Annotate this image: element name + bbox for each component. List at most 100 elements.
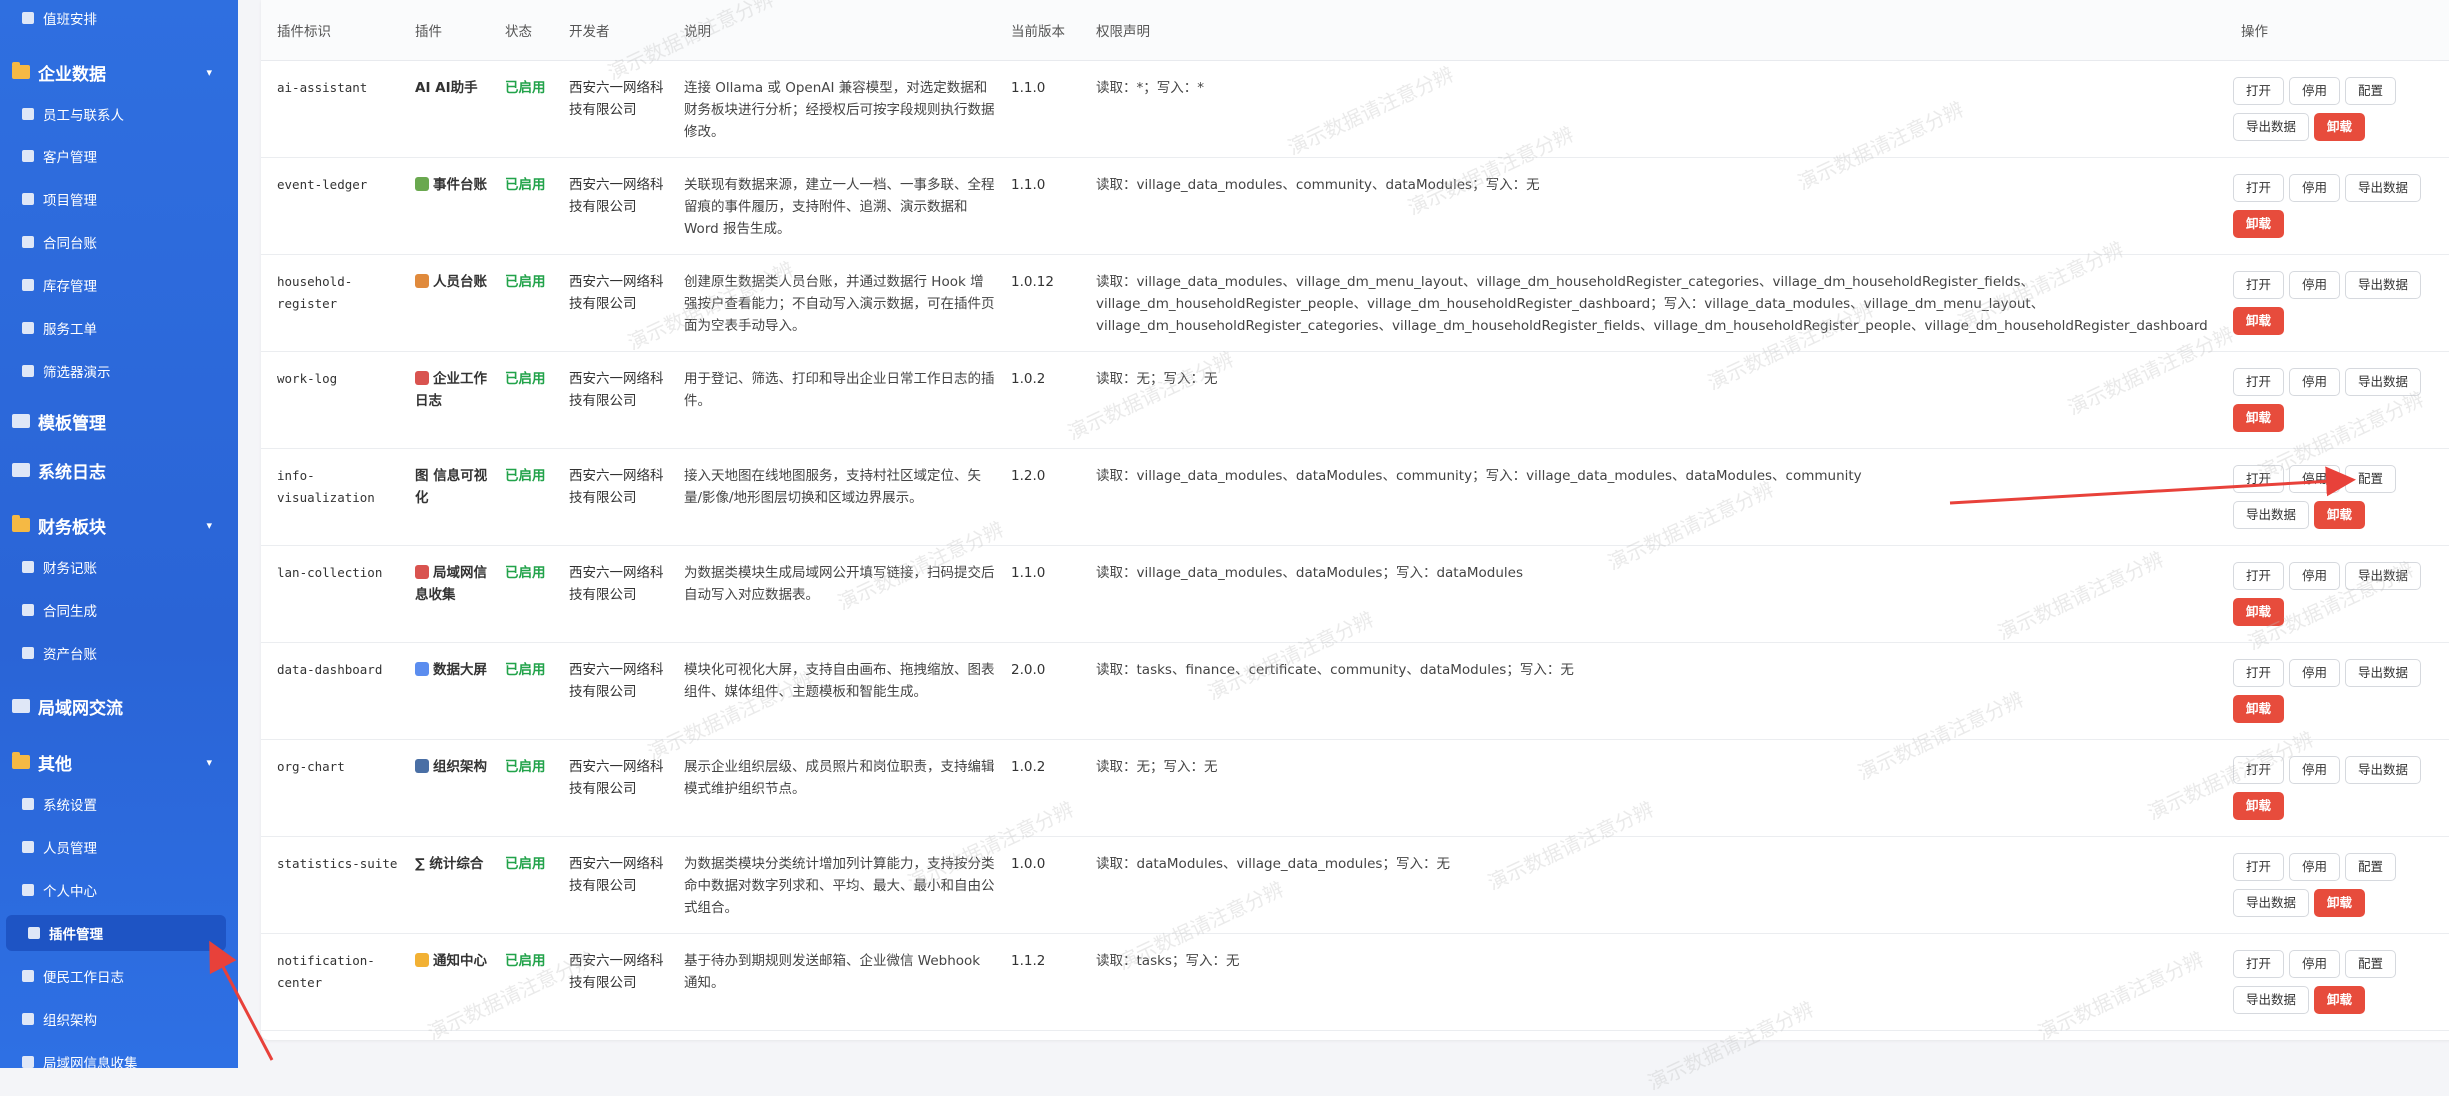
uninstall-button[interactable]: 卸载 xyxy=(2233,791,2285,820)
disable-button[interactable]: 停用 xyxy=(2289,367,2341,396)
sidebar-item-17[interactable]: 系统设置 xyxy=(0,786,238,822)
open-button[interactable]: 打开 xyxy=(2233,852,2285,881)
cell-text: ∑ 统计综合 xyxy=(415,855,484,872)
config-button[interactable]: 配置 xyxy=(2345,464,2397,493)
disable-button[interactable]: 停用 xyxy=(2289,949,2341,978)
chevron-down-icon[interactable]: ▾ xyxy=(206,66,212,79)
cell-name: 企业工作日志 xyxy=(399,351,489,448)
uninstall-button[interactable]: 卸载 xyxy=(2314,112,2366,141)
sidebar-item-21[interactable]: 便民工作日志 xyxy=(0,958,238,994)
sidebar-item-label: 组织架构 xyxy=(43,1013,97,1029)
uninstall-button[interactable]: 卸载 xyxy=(2233,209,2285,238)
chevron-down-icon[interactable]: ▾ xyxy=(206,756,212,769)
config-button[interactable]: 配置 xyxy=(2345,76,2397,105)
open-button[interactable]: 打开 xyxy=(2233,949,2285,978)
cell-developer: 西安六一网络科技有限公司 xyxy=(553,157,668,254)
document-icon xyxy=(22,236,34,248)
sidebar-item-18[interactable]: 人员管理 xyxy=(0,829,238,865)
uninstall-button[interactable]: 卸载 xyxy=(2233,403,2285,432)
disable-button[interactable]: 停用 xyxy=(2289,852,2341,881)
config-button[interactable]: 配置 xyxy=(2345,949,2397,978)
cell-actions: 打开 停用 导出数据卸载 xyxy=(2225,739,2449,836)
config-button[interactable]: 配置 xyxy=(2345,852,2397,881)
cell-text: 已启用 xyxy=(505,661,546,678)
open-button[interactable]: 打开 xyxy=(2233,270,2285,299)
open-button[interactable]: 打开 xyxy=(2233,367,2285,396)
headset-icon xyxy=(22,322,34,334)
sidebar-item-label: 合同生成 xyxy=(43,604,97,620)
sidebar-item-0[interactable]: 值班安排 xyxy=(0,0,238,36)
sidebar-item-23[interactable]: 局域网信息收集 xyxy=(0,1044,238,1068)
sidebar-item-19[interactable]: 个人中心 xyxy=(0,872,238,908)
disable-button[interactable]: 停用 xyxy=(2289,76,2341,105)
open-button[interactable]: 打开 xyxy=(2233,464,2285,493)
sidebar-item-label: 插件管理 xyxy=(49,927,103,943)
sidebar-item-14[interactable]: 资产台账 xyxy=(0,635,238,671)
uninstall-button[interactable]: 卸载 xyxy=(2314,888,2366,917)
cell-version: 1.1.2 xyxy=(995,933,1080,1030)
uninstall-button[interactable]: 卸载 xyxy=(2233,306,2285,335)
table-row: info-visualization 图 信息可视化 已启用 西安六一网络科技有限公司… xyxy=(261,448,2449,545)
cell-version: 1.1.0 xyxy=(995,157,1080,254)
export-button[interactable]: 导出数据 xyxy=(2345,755,2422,784)
sidebar-item-3[interactable]: 客户管理 xyxy=(0,138,238,174)
export-button[interactable]: 导出数据 xyxy=(2345,561,2422,590)
cell-text: statistics-suite xyxy=(277,855,398,871)
disable-button[interactable]: 停用 xyxy=(2289,464,2341,493)
export-button[interactable]: 导出数据 xyxy=(2233,500,2310,529)
uninstall-button[interactable]: 卸载 xyxy=(2314,985,2366,1014)
table-row: ai-assistant AI AI助手 已启用 西安六一网络科技有限公司 连接 Oll… xyxy=(261,60,2449,157)
chevron-down-icon[interactable]: ▾ xyxy=(206,519,212,532)
export-button[interactable]: 导出数据 xyxy=(2345,658,2422,687)
cell-perm: 读取：*；写入：* xyxy=(1080,60,2225,157)
export-button[interactable]: 导出数据 xyxy=(2233,112,2310,141)
disable-button[interactable]: 停用 xyxy=(2289,658,2341,687)
export-button[interactable]: 导出数据 xyxy=(2345,270,2422,299)
sidebar-item-9[interactable]: 模板管理 xyxy=(0,401,238,441)
sidebar-item-16[interactable]: 其他 ▾ xyxy=(0,742,238,782)
export-button[interactable]: 导出数据 xyxy=(2233,985,2310,1014)
cell-developer: 西安六一网络科技有限公司 xyxy=(553,836,668,933)
cell-status: 已启用 xyxy=(489,60,553,157)
sidebar-item-11[interactable]: 财务板块 ▾ xyxy=(0,505,238,545)
disable-button[interactable]: 停用 xyxy=(2289,561,2341,590)
uninstall-button[interactable]: 卸载 xyxy=(2233,597,2285,626)
sidebar-item-13[interactable]: 合同生成 xyxy=(0,592,238,628)
open-button[interactable]: 打开 xyxy=(2233,658,2285,687)
sidebar-item-22[interactable]: 组织架构 xyxy=(0,1001,238,1037)
cell-version: 1.2.0 xyxy=(995,448,1080,545)
disable-button[interactable]: 停用 xyxy=(2289,270,2341,299)
open-button[interactable]: 打开 xyxy=(2233,76,2285,105)
sidebar-item-5[interactable]: 合同台账 xyxy=(0,224,238,260)
sidebar-item-1[interactable]: 企业数据 ▾ xyxy=(0,52,238,92)
contacts-icon xyxy=(22,108,34,120)
disable-button[interactable]: 停用 xyxy=(2289,173,2341,202)
export-button[interactable]: 导出数据 xyxy=(2345,367,2422,396)
document-icon xyxy=(12,463,30,477)
sidebar-item-4[interactable]: 项目管理 xyxy=(0,181,238,217)
disable-button[interactable]: 停用 xyxy=(2289,755,2341,784)
cell-text: 通知中心 xyxy=(433,952,487,969)
gear-icon xyxy=(22,798,34,810)
sidebar-item-15[interactable]: 局域网交流 xyxy=(0,686,238,726)
uninstall-button[interactable]: 卸载 xyxy=(2314,500,2366,529)
open-button[interactable]: 打开 xyxy=(2233,173,2285,202)
sidebar-item-8[interactable]: 筛选器演示 xyxy=(0,353,238,389)
sidebar-item-20[interactable]: 插件管理 xyxy=(6,915,226,951)
sidebar-item-2[interactable]: 员工与联系人 xyxy=(0,96,238,132)
open-button[interactable]: 打开 xyxy=(2233,755,2285,784)
sidebar-item-6[interactable]: 库存管理 xyxy=(0,267,238,303)
cell-text: 为数据类模块生成局域网公开填写链接，扫码提交后自动写入对应数据表。 xyxy=(684,564,995,603)
sidebar-item-7[interactable]: 服务工单 xyxy=(0,310,238,346)
cell-id: org-chart xyxy=(261,739,399,836)
cell-text: 西安六一网络科技有限公司 xyxy=(569,758,664,797)
uninstall-button[interactable]: 卸载 xyxy=(2233,694,2285,723)
export-button[interactable]: 导出数据 xyxy=(2233,888,2310,917)
cell-version: 1.0.2 xyxy=(995,351,1080,448)
cell-id: household-register xyxy=(261,254,399,351)
open-button[interactable]: 打开 xyxy=(2233,561,2285,590)
cell-text: 1.2.0 xyxy=(1011,467,1046,484)
sidebar-item-10[interactable]: 系统日志 xyxy=(0,450,238,490)
sidebar-item-12[interactable]: 财务记账 xyxy=(0,549,238,585)
export-button[interactable]: 导出数据 xyxy=(2345,173,2422,202)
